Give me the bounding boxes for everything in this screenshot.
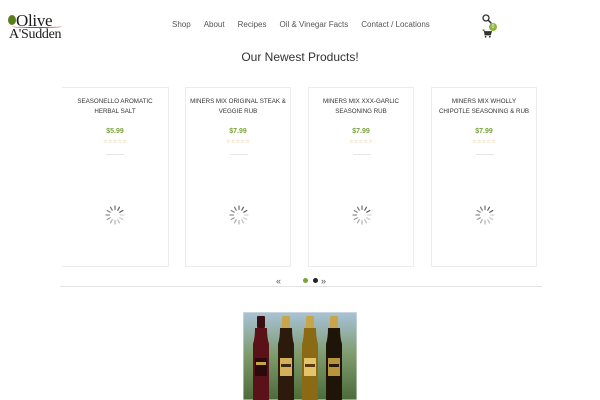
spinner-tick — [243, 217, 248, 221]
spinner-tick — [230, 217, 235, 221]
nav-item-recipes[interactable]: Recipes — [238, 20, 267, 29]
product-name[interactable]: MINERS MIX XXX-GARLIC SEASONING RUB — [313, 97, 409, 117]
product-divider — [476, 154, 494, 155]
product-divider — [353, 154, 371, 155]
product-rating: ☆☆☆☆☆ — [226, 139, 250, 145]
product-name[interactable]: MINERS MIX ORIGINAL STEAK & VEGGIE RUB — [190, 97, 286, 117]
main-nav: Shop About Recipes Oil & Vinegar Facts C… — [172, 20, 430, 29]
spinner-tick — [479, 219, 483, 224]
spinner-tick — [353, 217, 358, 221]
carousel-next-button[interactable]: » — [321, 276, 326, 286]
product-divider — [230, 154, 248, 155]
spinner-tick — [119, 209, 124, 213]
spinner-tick — [489, 217, 494, 221]
spinner-tick — [479, 206, 483, 211]
loading-spinner-icon — [105, 205, 125, 225]
product-rating: ☆☆☆☆☆ — [349, 139, 373, 145]
spinner-tick — [117, 219, 121, 224]
product-divider — [106, 154, 124, 155]
product-rating: ☆☆☆☆☆ — [472, 139, 496, 145]
spinner-tick — [364, 206, 368, 211]
carousel-prev-button[interactable]: « — [276, 276, 281, 286]
product-price: $7.99 — [475, 128, 493, 135]
site-logo[interactable]: Olive A'Sudden — [8, 11, 64, 43]
product-card[interactable]: SEASONELLO AROMATIC HERBAL SALT $5.99 ☆☆… — [62, 87, 169, 267]
cart-count-badge[interactable]: 0 — [489, 23, 497, 31]
spinner-tick — [364, 219, 368, 224]
product-name[interactable]: SEASONELLO AROMATIC HERBAL SALT — [66, 97, 164, 117]
product-price: $7.99 — [352, 128, 370, 135]
product-rating: ☆☆☆☆☆ — [103, 139, 127, 145]
spinner-tick — [356, 219, 360, 224]
spinner-tick — [106, 209, 111, 213]
spinner-tick — [243, 209, 248, 213]
spinner-tick — [106, 217, 111, 221]
spinner-tick — [353, 209, 358, 213]
spinner-tick — [476, 217, 481, 221]
product-price: $5.99 — [106, 128, 124, 135]
section-title: Our Newest Products! — [241, 50, 359, 64]
nav-item-about[interactable]: About — [204, 20, 225, 29]
spinner-tick — [489, 209, 494, 213]
product-name[interactable]: MINERS MIX WHOLLY CHIPOTLE SEASONING & R… — [436, 97, 532, 117]
spinner-tick — [119, 217, 124, 221]
product-card[interactable]: MINERS MIX WHOLLY CHIPOTLE SEASONING & R… — [431, 87, 537, 267]
oil-bottles-image — [243, 312, 357, 400]
carousel-dot-2[interactable] — [313, 278, 318, 283]
spinner-tick — [230, 209, 235, 213]
loading-spinner-icon — [475, 205, 495, 225]
product-card[interactable]: MINERS MIX XXX-GARLIC SEASONING RUB $7.9… — [308, 87, 414, 267]
olive-icon — [8, 15, 16, 25]
nav-item-contact-locations[interactable]: Contact / Locations — [361, 20, 429, 29]
nav-item-oil-vinegar-facts[interactable]: Oil & Vinegar Facts — [280, 20, 349, 29]
spinner-tick — [476, 209, 481, 213]
product-card[interactable]: MINERS MIX ORIGINAL STEAK & VEGGIE RUB $… — [185, 87, 291, 267]
product-price: $7.99 — [229, 128, 247, 135]
nav-item-shop[interactable]: Shop — [172, 20, 191, 29]
logo-text-asudden: A'Sudden — [9, 27, 62, 42]
spinner-tick — [233, 206, 237, 211]
spinner-tick — [366, 217, 371, 221]
spinner-tick — [109, 219, 113, 224]
spinner-tick — [356, 206, 360, 211]
spinner-tick — [109, 206, 113, 211]
loading-spinner-icon — [229, 205, 249, 225]
spinner-tick — [233, 219, 237, 224]
spinner-tick — [117, 206, 121, 211]
spinner-tick — [487, 206, 491, 211]
section-divider — [60, 286, 542, 287]
spinner-tick — [241, 206, 245, 211]
spinner-tick — [366, 209, 371, 213]
loading-spinner-icon — [352, 205, 372, 225]
carousel-dot-1[interactable] — [303, 278, 308, 283]
spinner-tick — [241, 219, 245, 224]
spinner-tick — [487, 219, 491, 224]
